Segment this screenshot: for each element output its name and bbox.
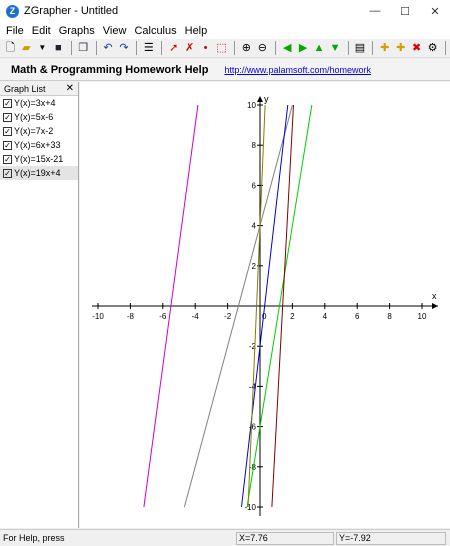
graph-list-panel: Graph List ✕ ✓ Y(x)=3x+4 ✓ Y(x)=5x-6 ✓ Y…	[0, 82, 79, 528]
checkbox-icon[interactable]: ✓	[3, 112, 12, 122]
y-axis-label: y	[264, 94, 269, 104]
trace-icon[interactable]: ✗	[182, 40, 197, 56]
x-tick-label: 10	[418, 312, 427, 321]
toolbar-separator	[136, 41, 138, 55]
arrow-down-icon[interactable]: ▼	[328, 40, 343, 56]
y-tick-label: 8	[252, 141, 257, 150]
pointer-icon[interactable]: ➚	[166, 40, 181, 56]
checkbox-icon[interactable]: ✓	[3, 140, 12, 150]
list-icon[interactable]: ☰	[141, 40, 156, 56]
x-tick-label: 6	[355, 312, 360, 321]
x-tick-label: -10	[92, 312, 104, 321]
graph-equation: Y(x)=7x-2	[14, 126, 54, 136]
y-tick-label: 2	[252, 262, 257, 271]
close-button[interactable]: ✕	[420, 0, 450, 22]
minimize-button[interactable]: —	[360, 0, 390, 22]
toolbar-separator	[95, 41, 97, 55]
select-region-icon[interactable]: ⬚	[214, 40, 229, 56]
homework-help-bar: Math & Programming Homework Help http://…	[0, 59, 450, 81]
y-tick-label: 4	[252, 222, 257, 231]
status-bar: For Help, press X=7.76 Y=-7.92	[0, 529, 450, 546]
homework-help-link[interactable]: http://www.palamsoft.com/homework	[224, 65, 371, 75]
y-tick-label: 10	[247, 101, 256, 110]
graph-list-item[interactable]: ✓ Y(x)=3x+4	[0, 96, 78, 110]
checkbox-icon[interactable]: ✓	[3, 168, 12, 178]
graph-list-item[interactable]: ✓ Y(x)=5x-6	[0, 110, 78, 124]
graph-equation: Y(x)=6x+33	[14, 140, 61, 150]
plot-area[interactable]: x y -10 -8 -6 -4 -2 2 4 6 8 10 10 8 6 4 2 -2 -4 -6 -8 -10 0	[80, 82, 450, 528]
copy-icon[interactable]: ❐	[76, 40, 91, 56]
y-coordinate-readout: Y=-7.92	[336, 532, 446, 545]
toolbar-separator	[161, 41, 163, 55]
save-icon[interactable]: ■	[51, 40, 66, 56]
add-graph-icon[interactable]: ✚	[377, 40, 392, 56]
graph-equation: Y(x)=3x+4	[14, 98, 56, 108]
graph-list-item[interactable]: ✓ Y(x)=7x-2	[0, 124, 78, 138]
redo-icon[interactable]: ↷	[117, 40, 132, 56]
x-tick-label: -2	[224, 312, 232, 321]
graph-canvas[interactable]: xy-10 -8 -6 -4 -2 2 4 6 8 10108642-2-4-6-8-100	[80, 82, 450, 528]
arrow-left-icon[interactable]: ◀	[280, 40, 295, 56]
menu-help[interactable]: Help	[181, 25, 212, 37]
x-tick-label: -6	[159, 312, 167, 321]
delete-graph-icon[interactable]: ✖	[409, 40, 424, 56]
open-folder-icon[interactable]: ▰	[19, 40, 34, 56]
close-icon[interactable]: ✕	[66, 83, 74, 94]
x-axis-arrow	[432, 303, 438, 309]
graph-list-title: Graph List	[4, 83, 46, 94]
x-coordinate-readout: X=7.76	[236, 532, 334, 545]
menu-view[interactable]: View	[99, 25, 131, 37]
toolbar-separator	[274, 41, 276, 55]
menu-file[interactable]: File	[2, 25, 28, 37]
maximize-button[interactable]: ☐	[390, 0, 420, 22]
toolbar-separator	[70, 41, 72, 55]
window-title: ZGrapher - Untitled	[24, 5, 119, 17]
point-icon[interactable]: •	[198, 40, 213, 56]
checkbox-icon[interactable]: ✓	[3, 154, 12, 164]
menu-bar: File Edit Graphs View Calculus Help	[0, 22, 450, 39]
dropdown-arrow-icon[interactable]: ▼	[35, 40, 50, 56]
toolbar-separator	[234, 41, 235, 55]
toolbar-separator	[445, 41, 446, 55]
arrow-right-icon[interactable]: ▶	[296, 40, 311, 56]
menu-graphs[interactable]: Graphs	[55, 25, 99, 37]
insert-graph-icon[interactable]: ✚	[393, 40, 408, 56]
properties-icon[interactable]: ▤	[352, 40, 367, 56]
graph-equation: Y(x)=15x-21	[14, 154, 64, 164]
status-help-text: For Help, press	[3, 533, 65, 543]
y-tick-label: -10	[244, 503, 256, 512]
graph-list-item[interactable]: ✓ Y(x)=15x-21	[0, 152, 78, 166]
toolbar-separator	[372, 41, 374, 55]
x-tick-label: -4	[192, 312, 200, 321]
homework-help-title: Math & Programming Homework Help	[11, 63, 209, 76]
undo-icon[interactable]: ↶	[101, 40, 116, 56]
menu-edit[interactable]: Edit	[28, 25, 55, 37]
zoom-in-icon[interactable]: ⊕	[239, 40, 254, 56]
checkbox-icon[interactable]: ✓	[3, 98, 12, 108]
toolbar-separator	[347, 41, 349, 55]
y-axis-arrow	[257, 96, 263, 102]
checkbox-icon[interactable]: ✓	[3, 126, 12, 136]
graph-list-item[interactable]: ✓ Y(x)=19x+4	[0, 166, 78, 180]
x-axis-label: x	[432, 291, 437, 301]
x-tick-label: 2	[290, 312, 295, 321]
graph-equation: Y(x)=5x-6	[14, 112, 54, 122]
x-tick-label: -8	[127, 312, 135, 321]
zoom-out-icon[interactable]: ⊖	[255, 40, 270, 56]
graph-list-header: Graph List ✕	[0, 82, 78, 96]
graph-settings-icon[interactable]: ⚙	[425, 40, 440, 56]
x-tick-label: 4	[323, 312, 328, 321]
x-tick-label: 8	[387, 312, 392, 321]
toolbar: 🗋 ▰ ▼ ■ ❐ ↶ ↷ ☰ ➚ ✗ • ⬚ ⊕ ⊖ ◀ ▶ ▲ ▼ ▤ ✚ …	[0, 39, 450, 58]
title-bar: Z ZGrapher - Untitled — ☐ ✕	[0, 0, 450, 22]
arrow-up-icon[interactable]: ▲	[312, 40, 327, 56]
menu-calculus[interactable]: Calculus	[130, 25, 180, 37]
graph-list-item[interactable]: ✓ Y(x)=6x+33	[0, 138, 78, 152]
new-file-icon[interactable]: 🗋	[3, 40, 18, 56]
app-icon: Z	[6, 4, 19, 18]
y-tick-label: 6	[252, 181, 257, 190]
graph-equation: Y(x)=19x+4	[14, 168, 61, 178]
